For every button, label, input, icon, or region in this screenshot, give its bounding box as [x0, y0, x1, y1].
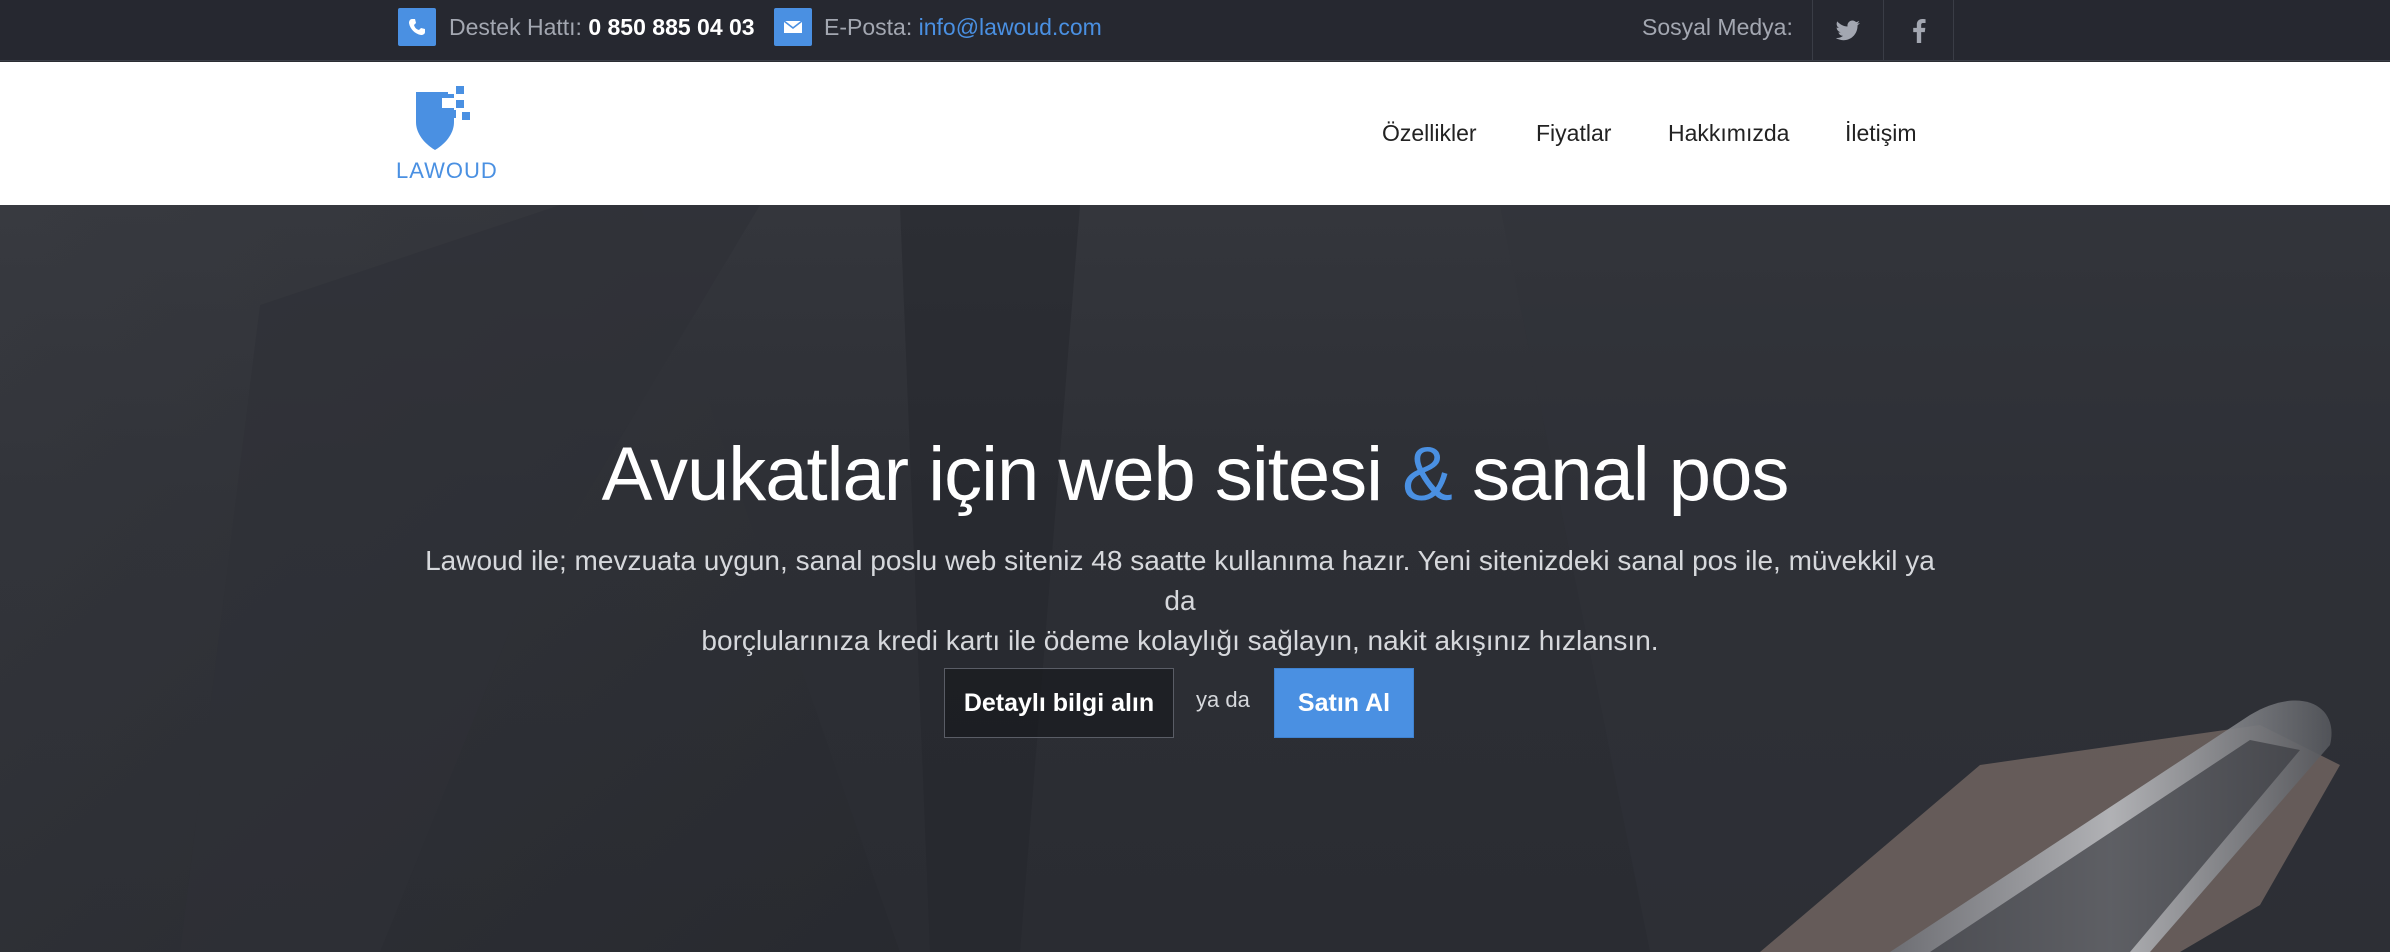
hero-title-part2: sanal pos [1472, 432, 1789, 517]
facebook-icon [1912, 18, 1926, 43]
or-text: ya da [1196, 687, 1250, 712]
nav-about[interactable]: Hakkımızda [1668, 118, 1789, 148]
support-line: Destek Hattı: 0 850 885 04 03 [449, 12, 755, 42]
hero-section: Avukatlar için web sitesi & sanal pos La… [0, 205, 2390, 952]
top-bar: Destek Hattı: 0 850 885 04 03 E-Posta: i… [0, 0, 2390, 61]
hero-title-part1: Avukatlar için web sitesi [601, 432, 1383, 517]
buy-button[interactable]: Satın Al [1274, 668, 1414, 738]
hero-subtitle-line1: Lawoud ile; mevzuata uygun, sanal poslu … [425, 545, 1935, 616]
mail-icon [774, 8, 812, 46]
nav-contact[interactable]: İletişim [1845, 118, 1917, 148]
hero-title-amp: & [1402, 432, 1453, 517]
more-info-button[interactable]: Detaylı bilgi alın [944, 668, 1174, 738]
email-label: E-Posta: [824, 14, 913, 40]
hero-title: Avukatlar için web sitesi & sanal pos [0, 431, 2390, 518]
nav-features[interactable]: Özellikler [1382, 118, 1477, 148]
phone-number[interactable]: 0 850 885 04 03 [588, 14, 754, 40]
twitter-button[interactable] [1812, 0, 1883, 61]
facebook-button[interactable] [1883, 0, 1954, 61]
nav-pricing[interactable]: Fiyatlar [1536, 118, 1611, 148]
twitter-icon [1835, 19, 1861, 40]
hero-subtitle-line2: borçlularınıza kredi kartı ile ödeme kol… [701, 625, 1659, 656]
phone-label: Destek Hattı: [449, 14, 582, 40]
hero-subtitle: Lawoud ile; mevzuata uygun, sanal poslu … [420, 541, 1940, 661]
email-line: E-Posta: info@lawoud.com [824, 12, 1102, 42]
social-label: Sosyal Medya: [1642, 14, 1793, 40]
site-header: LAWOUD Özellikler Fiyatlar Hakkımızda İl… [0, 62, 2390, 205]
logo-text: LAWOUD [396, 158, 498, 183]
email-link[interactable]: info@lawoud.com [919, 14, 1102, 40]
phone-icon [398, 8, 436, 46]
